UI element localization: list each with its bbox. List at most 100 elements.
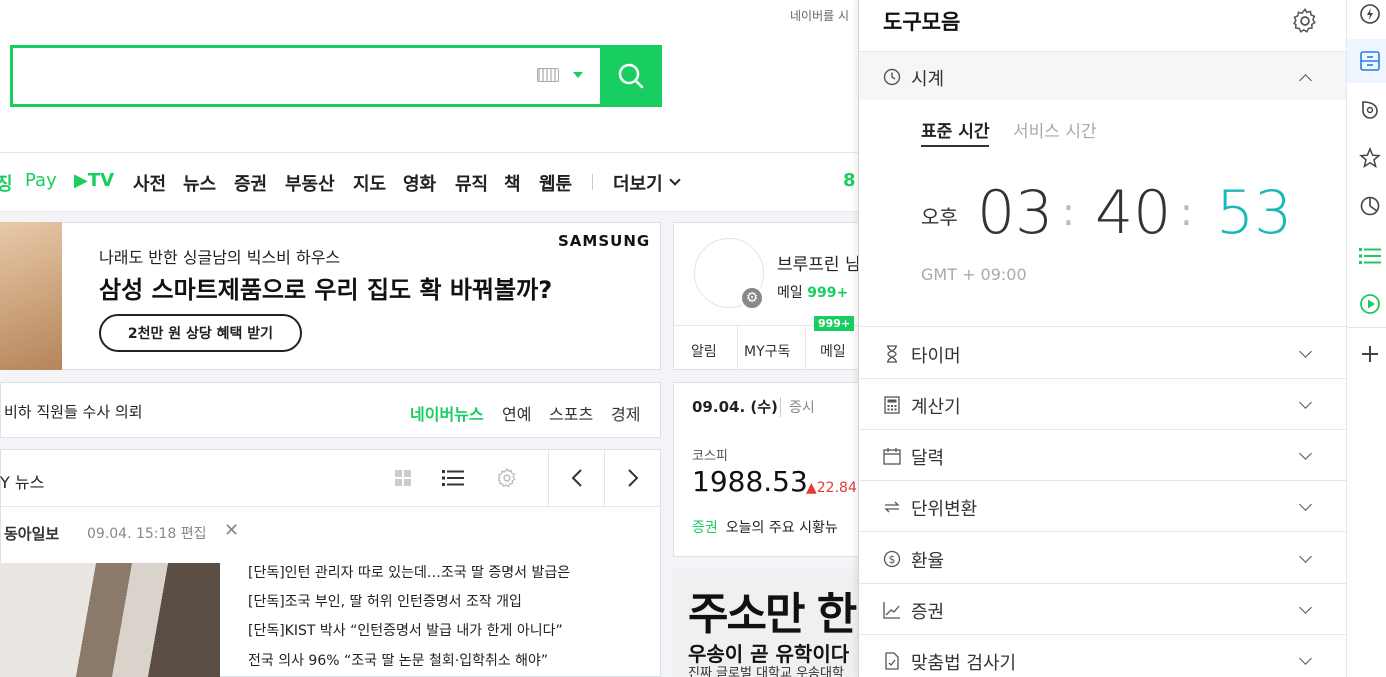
- spell-checker-section-header[interactable]: 맞춤법 검사기: [859, 636, 1346, 677]
- calendar-icon: [883, 447, 901, 465]
- top-link[interactable]: 네이버를 시: [790, 7, 849, 24]
- kospi-label: 코스피: [692, 449, 728, 464]
- clock-ampm: 오후: [921, 205, 958, 229]
- menu-item-realestate[interactable]: 부동산: [285, 170, 335, 196]
- mail-count: 999+: [807, 285, 849, 301]
- calculator-icon: [883, 396, 901, 414]
- tab-naver-news[interactable]: 네이버뉴스: [410, 401, 484, 425]
- chevron-down-icon: [1299, 550, 1312, 563]
- stocks-section-header[interactable]: 증권: [859, 585, 1346, 633]
- chevron-down-icon: [1299, 345, 1312, 358]
- menu-item-stocks[interactable]: 증권: [234, 170, 267, 196]
- search-box[interactable]: [10, 45, 662, 107]
- spell-check-icon: [883, 652, 901, 670]
- menu-item-dictionary[interactable]: 사전: [133, 170, 166, 196]
- tab-standard-time[interactable]: 표준 시간: [921, 117, 990, 147]
- tab-my-subscriptions[interactable]: MY구독: [744, 341, 790, 361]
- play-icon[interactable]: [1356, 290, 1384, 318]
- news-headline[interactable]: [단독]조국 부인, 딸 허위 인턴증명서 조작 개입: [248, 591, 522, 611]
- add-icon[interactable]: [1356, 340, 1384, 368]
- menu-more-button[interactable]: 더보기: [613, 170, 663, 196]
- list-view-icon[interactable]: [440, 450, 466, 506]
- kospi-change: ▲22.84: [806, 480, 857, 496]
- trend-chart-icon: [883, 601, 901, 619]
- menu-partial-number: 8: [843, 170, 856, 191]
- stocks-section-label: 증권: [911, 602, 945, 623]
- tab-economy[interactable]: 경제: [611, 401, 640, 425]
- leaf-icon[interactable]: [1356, 95, 1384, 123]
- chevron-down-icon: [1299, 498, 1312, 511]
- search-input[interactable]: [23, 48, 523, 102]
- menu-item-movie[interactable]: 영화: [403, 170, 436, 196]
- clock-icon: [883, 68, 901, 86]
- calculator-section-header[interactable]: 계산기: [859, 380, 1346, 428]
- chevron-right-icon: [628, 469, 639, 487]
- ad-image[interactable]: [0, 222, 62, 370]
- menu-item-webtoon[interactable]: 웹툰: [539, 170, 572, 196]
- menu-item-pay[interactable]: Pay: [25, 170, 57, 191]
- tab-entertainment[interactable]: 연예: [502, 401, 531, 425]
- stock-news-link[interactable]: 증권 오늘의 주요 시황뉴: [692, 517, 838, 537]
- grid-view-icon[interactable]: [390, 450, 416, 506]
- clock-second: 53: [1216, 178, 1293, 248]
- close-icon[interactable]: ✕: [224, 520, 239, 541]
- settings-gear-icon[interactable]: [494, 450, 520, 506]
- tab-notifications[interactable]: 알림: [691, 341, 717, 361]
- ad-cta-button[interactable]: 2천만 원 상당 혜택 받기: [99, 314, 302, 352]
- divider: [859, 378, 1346, 379]
- news-headline[interactable]: [단독]KIST 박사 “인턴증명서 발급 내가 한게 아니다”: [248, 620, 563, 640]
- clock-timezone: GMT + 09:00: [921, 265, 1027, 284]
- exchange-rate-section-header[interactable]: $ 환율: [859, 534, 1346, 582]
- news-thumbnail[interactable]: [0, 563, 220, 677]
- svg-text:$: $: [889, 553, 896, 566]
- menu-item-map[interactable]: 지도: [353, 170, 386, 196]
- keyboard-icon[interactable]: [537, 68, 559, 82]
- list-icon[interactable]: [1356, 242, 1384, 270]
- clock-section-label: 시계: [911, 69, 945, 90]
- tab-mail[interactable]: 메일: [820, 341, 846, 361]
- menu-item-tv[interactable]: ▶TV: [74, 170, 114, 191]
- divider: [859, 634, 1346, 635]
- divider: [859, 583, 1346, 584]
- search-icon: [618, 63, 644, 89]
- prev-page-button[interactable]: [549, 450, 604, 506]
- menu-item-shopping[interactable]: 징: [0, 170, 13, 196]
- mail-summary[interactable]: 메일 999+: [777, 282, 848, 302]
- news-headline[interactable]: 전국 의사 96% “조국 딸 논문 철회·입학취소 해야”: [248, 650, 548, 670]
- avatar-settings-icon[interactable]: ⚙: [740, 286, 764, 310]
- clock-section-header[interactable]: 시계: [859, 52, 1346, 100]
- menu-item-news[interactable]: 뉴스: [183, 170, 216, 196]
- side-ad-title[interactable]: 주소만 한: [688, 578, 857, 642]
- tools-settings-button[interactable]: [1289, 5, 1321, 37]
- star-icon[interactable]: [1356, 144, 1384, 172]
- chevron-down-icon: [1299, 447, 1312, 460]
- pie-icon[interactable]: [1356, 192, 1384, 220]
- next-page-button[interactable]: [605, 450, 661, 506]
- kospi-value[interactable]: 1988.53: [692, 465, 808, 498]
- news-panel-title: Y 뉴스: [0, 473, 45, 492]
- clock-minute: 40: [1095, 178, 1172, 248]
- user-name[interactable]: 브루프린 님: [777, 250, 861, 275]
- press-logo[interactable]: 동아일보: [4, 523, 59, 544]
- exchange-rate-section-label: 환율: [911, 551, 945, 572]
- menu-item-book[interactable]: 책: [504, 170, 521, 196]
- calculator-section-label: 계산기: [911, 397, 961, 418]
- autocomplete-toggle-icon[interactable]: [573, 72, 583, 78]
- clock-hour: 03: [977, 178, 1054, 248]
- divider: [859, 326, 1346, 327]
- tab-service-time[interactable]: 서비스 시간: [1013, 117, 1097, 142]
- search-button[interactable]: [600, 45, 662, 107]
- rolling-headline[interactable]: 비하 직원들 수사 의뢰: [4, 401, 143, 422]
- ad-title[interactable]: 삼성 스마트제품으로 우리 집도 확 바꿔볼까?: [99, 270, 552, 305]
- help-icon[interactable]: [1356, 0, 1384, 28]
- tools-icon[interactable]: [1356, 47, 1384, 75]
- unit-converter-section-header[interactable]: 단위변환: [859, 482, 1346, 530]
- tab-sports[interactable]: 스포츠: [549, 401, 593, 425]
- calendar-section-header[interactable]: 달력: [859, 431, 1346, 479]
- chevron-down-icon: [1299, 396, 1312, 409]
- chevron-left-icon: [571, 469, 582, 487]
- news-headline[interactable]: [단독]인턴 관리자 따로 있는데…조국 딸 증명서 발급은: [248, 562, 570, 582]
- chevron-up-icon: [1299, 74, 1312, 87]
- timer-section-header[interactable]: 타이머: [859, 329, 1346, 377]
- menu-item-music[interactable]: 뮤직: [455, 170, 488, 196]
